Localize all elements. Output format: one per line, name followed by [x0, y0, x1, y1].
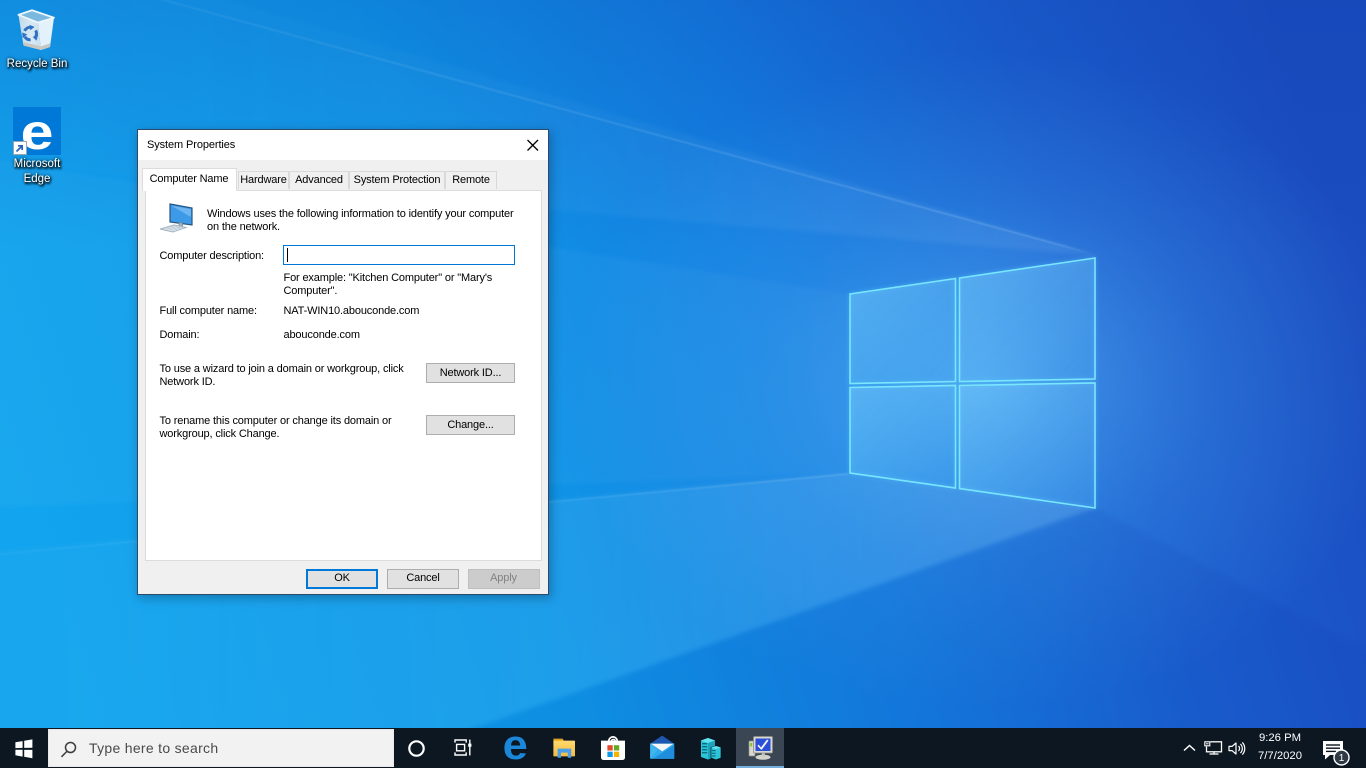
svg-text:1: 1 — [1339, 753, 1345, 764]
svg-text:e: e — [503, 732, 528, 761]
